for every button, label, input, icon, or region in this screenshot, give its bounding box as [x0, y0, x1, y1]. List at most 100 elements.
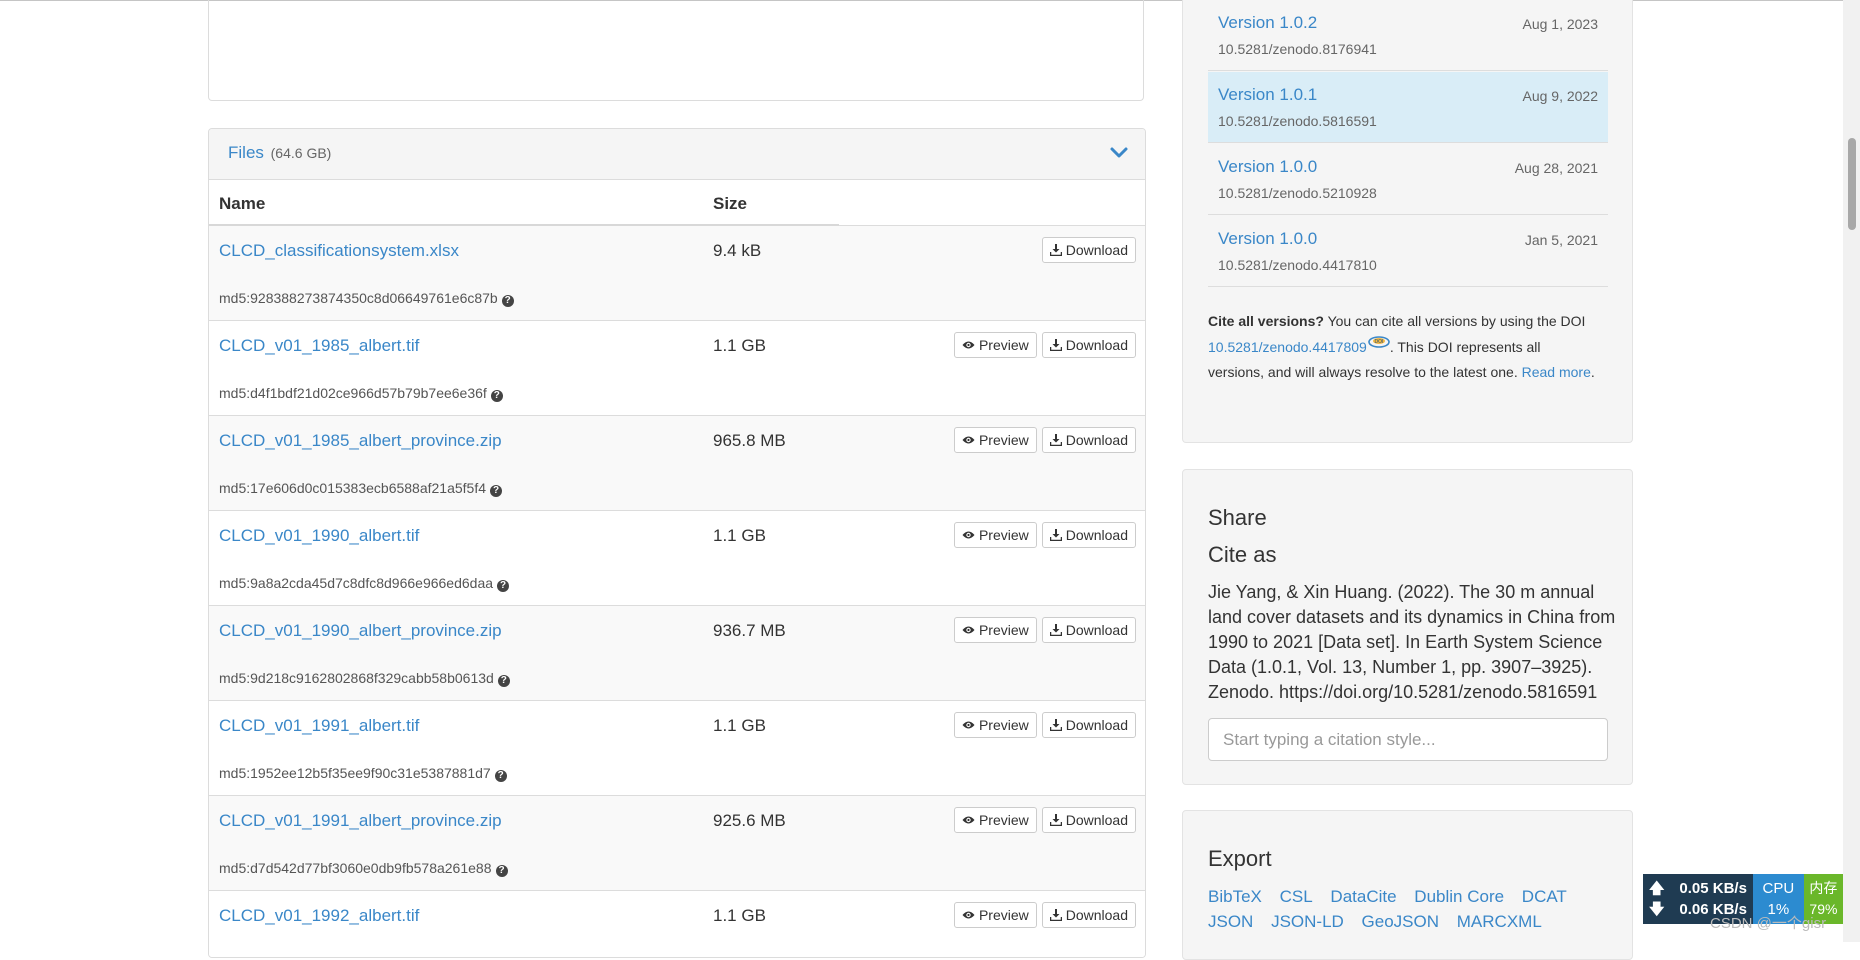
preview-button[interactable]: Preview [953, 712, 1037, 738]
question-circle-icon[interactable]: ? [490, 485, 503, 497]
question-circle-icon[interactable]: ? [494, 770, 507, 782]
export-format-link[interactable]: Dublin Core [1414, 887, 1504, 906]
export-title: Export [1208, 846, 1272, 871]
download-icon [1049, 244, 1062, 256]
export-links: BibTeX CSL DataCite Dublin Core DCAT JSO… [1208, 884, 1608, 934]
question-circle-icon[interactable]: ? [497, 675, 510, 687]
download-button[interactable]: Download [1041, 427, 1136, 453]
file-actions: Preview Download [953, 807, 1136, 833]
export-format-link[interactable]: BibTeX [1208, 887, 1262, 906]
eye-icon [962, 626, 975, 634]
file-name-link[interactable]: CLCD_v01_1985_albert_province.zip [219, 431, 502, 451]
question-circle-icon[interactable]: ? [490, 390, 503, 402]
version-link[interactable]: Version 1.0.0 [1218, 157, 1317, 177]
description-panel [208, 0, 1144, 101]
version-row[interactable]: Version 1.0.1 Aug 9, 2022 10.5281/zenodo.5… [1208, 72, 1608, 143]
preview-button[interactable]: Preview [953, 902, 1037, 928]
file-name-link[interactable]: CLCD_v01_1991_albert_province.zip [219, 811, 502, 831]
export-format-link[interactable]: DataCite [1330, 887, 1396, 906]
preview-button[interactable]: Preview [953, 522, 1037, 548]
eye-icon [962, 911, 975, 919]
download-icon [1049, 909, 1062, 921]
file-name-link[interactable]: CLCD_v01_1990_albert_province.zip [219, 621, 502, 641]
eye-icon [962, 721, 975, 729]
file-actions: Preview Download [953, 522, 1136, 548]
version-row[interactable]: Version 1.0.0 Aug 28, 2021 10.5281/zenodo.… [1208, 144, 1608, 215]
concept-doi-link[interactable]: 10.5281/zenodo.4417809 [1208, 339, 1367, 355]
file-name-link[interactable]: CLCD_v01_1985_albert.tif [219, 336, 419, 356]
file-name-link[interactable]: CLCD_v01_1992_albert.tif [219, 906, 419, 926]
eye-icon [962, 436, 975, 444]
download-button[interactable]: Download [1041, 902, 1136, 928]
download-label: Download [1065, 242, 1128, 258]
question-circle-icon[interactable]: ? [495, 865, 508, 877]
question-circle-icon[interactable]: ? [497, 580, 510, 592]
citation-style-input[interactable] [1208, 718, 1608, 761]
export-format-link[interactable]: JSON-LD [1271, 912, 1344, 931]
file-md5: md5:17e606d0c015383ecb6588af21a5f5f4 [219, 480, 487, 496]
file-name-link[interactable]: CLCD_v01_1991_albert.tif [219, 716, 419, 736]
download-button[interactable]: Download [1041, 807, 1136, 833]
file-size: 936.7 MB [713, 621, 786, 640]
cite-as-title: Cite as [1208, 542, 1277, 567]
version-date: Aug 1, 2023 [1522, 16, 1598, 32]
column-header-size[interactable]: Size [713, 194, 747, 214]
download-label: Download [1065, 527, 1128, 543]
question-circle-icon[interactable]: ? [501, 295, 514, 307]
version-link[interactable]: Version 1.0.1 [1218, 85, 1317, 105]
file-checksum: md5:1952ee12b5f35ee9f90c31e5387881d7? [219, 765, 507, 782]
file-row: CLCD_v01_1991_albert_province.zip 925.6 M… [209, 796, 1145, 891]
preview-button[interactable]: Preview [953, 807, 1037, 833]
eye-icon [962, 341, 975, 349]
chevron-down-icon[interactable] [1109, 145, 1129, 161]
scrollbar-thumb[interactable] [1848, 138, 1856, 230]
download-button[interactable]: Download [1041, 237, 1136, 263]
export-format-link[interactable]: MARCXML [1457, 912, 1542, 931]
preview-button[interactable]: Preview [953, 427, 1037, 453]
download-button[interactable]: Download [1041, 712, 1136, 738]
version-row[interactable]: Version 1.0.2 Aug 1, 2023 10.5281/zenodo.8… [1208, 0, 1608, 71]
cite-all-period: . [1590, 364, 1595, 380]
version-date: Jan 5, 2021 [1524, 232, 1598, 248]
version-row[interactable]: Version 1.0.0 Jan 5, 2021 10.5281/zenodo.4… [1208, 216, 1608, 287]
download-label: Download [1065, 432, 1128, 448]
download-icon [1049, 339, 1062, 351]
version-doi: 10.5281/zenodo.4417810 [1218, 257, 1377, 273]
preview-button[interactable]: Preview [953, 617, 1037, 643]
doi-badge-icon[interactable]: DOI [1368, 334, 1390, 350]
files-title[interactable]: Files (64.6 GB) [228, 143, 331, 163]
version-date: Aug 28, 2021 [1514, 160, 1598, 176]
download-button[interactable]: Download [1041, 522, 1136, 548]
version-doi: 10.5281/zenodo.5210928 [1218, 185, 1377, 201]
file-checksum: md5:9d218c9162802868f329cabb58b0613d? [219, 670, 510, 687]
download-arrow-icon: 🡇 [1649, 901, 1665, 918]
file-name-link[interactable]: CLCD_classificationsystem.xlsx [219, 241, 459, 261]
file-size: 1.1 GB [713, 526, 766, 545]
version-doi: 10.5281/zenodo.8176941 [1218, 41, 1377, 57]
file-md5: md5:1952ee12b5f35ee9f90c31e5387881d7 [219, 765, 491, 781]
file-size: 1.1 GB [713, 906, 766, 925]
file-actions: Preview Download [953, 712, 1136, 738]
preview-button[interactable]: Preview [953, 332, 1037, 358]
file-md5: md5:9a8a2cda45d7c8dfc8d966e966ed6daa [219, 575, 494, 591]
file-row: CLCD_v01_1985_albert_province.zip 965.8 M… [209, 416, 1145, 511]
download-button[interactable]: Download [1041, 332, 1136, 358]
export-format-link[interactable]: JSON [1208, 912, 1253, 931]
file-row: CLCD_v01_1991_albert.tif 1.1 GB md5:1952ee… [209, 701, 1145, 796]
preview-label: Preview [978, 527, 1029, 543]
page-scrollbar[interactable] [1843, 0, 1860, 942]
file-row: CLCD_v01_1992_albert.tif 1.1 GB Preview Dow… [209, 891, 1145, 957]
read-more-link[interactable]: Read more [1522, 364, 1591, 380]
version-link[interactable]: Version 1.0.2 [1218, 13, 1317, 33]
file-name-link[interactable]: CLCD_v01_1990_albert.tif [219, 526, 419, 546]
files-heading[interactable]: Files (64.6 GB) [209, 129, 1145, 180]
file-checksum: md5:9a8a2cda45d7c8dfc8d966e966ed6daa? [219, 575, 510, 592]
download-button[interactable]: Download [1041, 617, 1136, 643]
download-label: Download [1065, 717, 1128, 733]
export-format-link[interactable]: GeoJSON [1362, 912, 1439, 931]
version-link[interactable]: Version 1.0.0 [1218, 229, 1317, 249]
export-format-link[interactable]: DCAT [1522, 887, 1567, 906]
column-header-name[interactable]: Name [219, 194, 265, 214]
files-title-label: Files [228, 143, 264, 162]
export-format-link[interactable]: CSL [1280, 887, 1313, 906]
